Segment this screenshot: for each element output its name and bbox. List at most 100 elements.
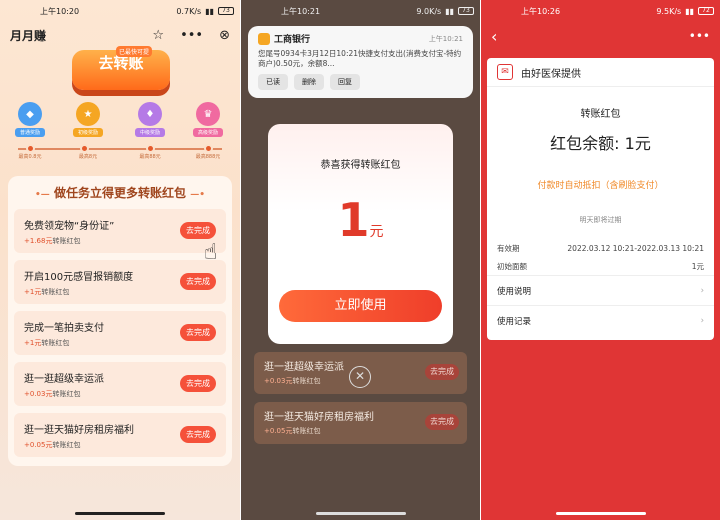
level-middle: ♦ 中级奖励 最高88元 [130,102,170,160]
task-reward-amount: +0.05元 [264,427,293,435]
task-go-button[interactable]: 去完成 [180,222,216,239]
signal-icon: ▮▮ [445,6,454,16]
task-item: 完成一笔拍卖支付 +1元转账红包 去完成 [14,311,226,355]
bank-notification[interactable]: 工商银行 上午10:21 您尾号0934卡3月12日10:21快捷支付支出(消费… [248,26,473,98]
close-popup-icon[interactable]: ✕ [349,366,371,388]
usage-instructions-link[interactable]: 使用说明 › [487,275,714,305]
task-reward-unit: 转账红包 [52,390,81,398]
chevron-right-icon: › [700,285,704,296]
decoration-icon: •— [35,190,50,200]
task-reward-unit: 转账红包 [292,427,321,435]
provider-name: 由好医保提供 [521,68,581,80]
face-value: 1元 [691,261,704,271]
usage-records-link[interactable]: 使用记录 › [487,305,714,335]
task-go-button[interactable]: 去完成 [180,375,216,392]
battery-icon: 73 [458,7,474,15]
more-icon[interactable]: ••• [689,29,710,43]
bank-app-icon [258,32,270,45]
battery-icon: 73 [218,7,234,15]
notification-delete-button[interactable]: 删除 [294,74,324,90]
gem-icon: ♦ [138,102,162,126]
home-indicator[interactable] [555,512,646,515]
status-bar: 上午10:26 9.5K/s ▮▮ 72 [481,0,720,22]
status-time: 上午10:26 [521,6,561,16]
star-medal-icon: ★ [76,102,100,126]
expire-note: 明天即将过期 [579,216,622,224]
task-reward-unit: 转账红包 [41,339,70,347]
congrats-text: 恭喜获得转账红包 [320,160,401,171]
level-name: 初级奖励 [73,128,103,137]
task-item: 逛一逛天猫好房租房福利 +0.05元转账红包 去完成 [254,402,467,444]
back-icon[interactable]: ‹ [491,27,497,46]
auto-deduct-note: 付款时自动抵扣（含刷脸支付） [537,181,664,191]
chevron-right-icon: › [700,315,704,326]
detail-header: ‹ ••• [481,22,720,50]
pointer-hand-icon: ☝ [204,240,218,265]
face-value-label: 初始面额 [497,261,527,271]
notification-read-button[interactable]: 已读 [258,74,288,90]
app-header: 月月赚 ☆ ••• ⊗ [0,22,240,48]
task-reward-amount: +0.03元 [264,377,293,385]
home-indicator[interactable] [315,512,406,515]
decoration-icon: —• [190,190,205,200]
notification-reply-button[interactable]: 回复 [330,74,360,90]
more-icon[interactable]: ••• [180,28,203,43]
task-reward-unit: 转账红包 [292,377,321,385]
face-value-row: 初始面额 1元 [487,257,714,275]
battery-icon: 72 [698,7,714,15]
notification-body: 您尾号0934卡3月12日10:21快捷支付支出(消费支付宝-特约商户)0.50… [258,49,462,68]
network-speed: 9.0K/s [416,6,442,16]
link-label: 使用记录 [497,316,532,327]
provider-row: ✉ 由好医保提供 [487,58,714,87]
level-junior: ★ 初级奖励 最高8元 [68,102,108,160]
amount-unit: 元 [369,224,384,240]
task-list: •— 做任务立得更多转账红包 —• 免费领宠物“身份证” +1.68元转账红包 … [8,176,232,466]
level-name: 高级奖励 [193,128,223,137]
task-reward-amount: +1.68元 [24,237,53,245]
level-amount: 最高8元 [78,154,98,160]
task-reward-amount: +1元 [24,339,42,347]
validity-label: 有效期 [497,243,520,253]
task-item: 逛一逛天猫好房租房福利 +0.05元转账红包 去完成 [14,413,226,457]
level-senior: ♛ 高级奖励 最高888元 [188,102,228,160]
reward-levels: ◆ 普通奖励 最高0.8元 ★ 初级奖励 最高8元 ♦ 中级奖励 最高88元 ♛… [10,102,230,166]
red-packet-popup-panel: 上午10:21 9.0K/s ▮▮ 73 工商银行 上午10:21 您尾号093… [241,0,480,520]
level-name: 普通奖励 [15,128,45,137]
amount-number: 1 [337,193,370,247]
task-go-button[interactable]: 去完成 [425,364,459,380]
page-title: 月月赚 [10,28,47,43]
star-icon[interactable]: ☆ [152,28,164,43]
level-amount: 最高0.8元 [18,154,42,160]
crown-icon: ♛ [196,102,220,126]
signal-icon: ▮▮ [685,6,694,16]
red-packet-detail-panel: 上午10:26 9.5K/s ▮▮ 72 ‹ ••• ✉ 由好医保提供 转账红包… [481,0,720,520]
task-go-button[interactable]: 去完成 [180,426,216,443]
task-reward-unit: 转账红包 [41,288,70,296]
tasks-title-text: 做任务立得更多转账红包 [53,186,186,200]
status-bar: 上午10:20 0.7K/s ▮▮ 73 [0,0,240,22]
validity-value: 2022.03.12 10:21-2022.03.13 10:21 [567,243,704,253]
status-time: 上午10:20 [40,6,80,16]
status-time: 上午10:21 [281,6,321,16]
level-normal: ◆ 普通奖励 最高0.8元 [10,102,50,160]
home-indicator[interactable] [75,512,165,515]
red-packet-amount: 1元 [268,193,453,247]
diamond-icon: ◆ [18,102,42,126]
use-now-button[interactable]: 立即使用 [279,290,442,322]
task-go-button[interactable]: 去完成 [425,414,459,430]
task-reward-unit: 转账红包 [52,441,81,449]
network-speed: 9.5K/s [656,6,682,16]
signal-icon: ▮▮ [205,6,214,16]
validity-row: 有效期 2022.03.12 10:21-2022.03.13 10:21 [487,239,714,257]
task-go-button[interactable]: 去完成 [180,324,216,341]
status-bar: 上午10:21 9.0K/s ▮▮ 73 [241,0,480,22]
level-name: 中级奖励 [135,128,165,137]
task-reward-amount: +1元 [24,288,42,296]
task-item: 逛一逛超级幸运派 +0.03元转账红包 去完成 [14,362,226,406]
task-page-panel: 上午10:20 0.7K/s ▮▮ 73 月月赚 ☆ ••• ⊗ 去转账 已最快… [0,0,240,520]
balance-text: 红包余额: 1元 [550,134,651,153]
tasks-title: •— 做任务立得更多转账红包 —• [14,184,226,201]
task-go-button[interactable]: 去完成 [180,273,216,290]
level-amount: 最高88元 [139,154,161,160]
close-icon[interactable]: ⊗ [219,28,230,43]
